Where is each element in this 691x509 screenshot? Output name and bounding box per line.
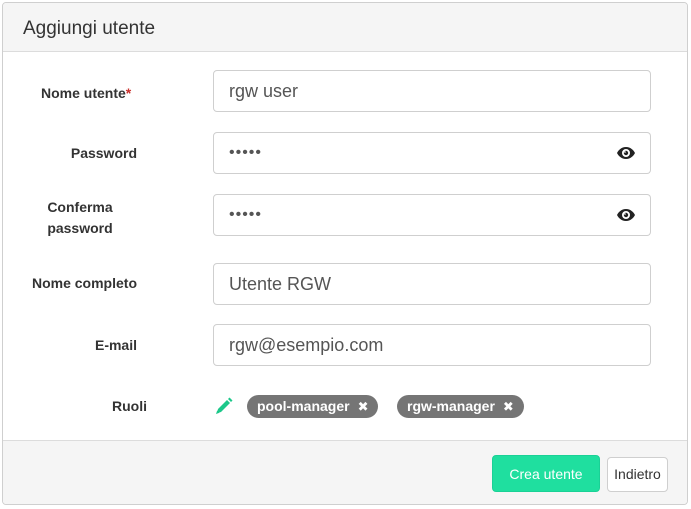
username-label: Nome utente* <box>41 83 141 104</box>
panel-header: Aggiungi utente <box>3 3 687 52</box>
panel-title: Aggiungi utente <box>23 18 156 39</box>
confirm-password-label-line2: password <box>47 220 113 236</box>
role-badge-label: pool-manager <box>257 398 350 414</box>
username-input[interactable] <box>213 70 651 112</box>
eye-icon <box>616 147 635 159</box>
add-user-panel: Aggiungi utente Nome utente* Password Co… <box>2 2 688 505</box>
show-confirm-password-button[interactable] <box>601 194 651 236</box>
create-user-button[interactable]: Crea utente <box>492 455 600 492</box>
roles-label: Ruoli <box>112 398 147 414</box>
email-label: E-mail <box>94 337 137 353</box>
role-badge-rgw-manager: rgw-manager ✖ <box>397 395 524 418</box>
full-name-input[interactable] <box>213 263 651 305</box>
back-button[interactable]: Indietro <box>607 457 668 492</box>
required-marker: * <box>125 85 132 101</box>
times-icon[interactable]: ✖ <box>358 395 369 418</box>
password-label: Password <box>70 145 137 161</box>
password-input[interactable] <box>213 132 602 174</box>
username-label-text: Nome utente <box>41 85 126 101</box>
full-name-label: Nome completo <box>31 275 137 291</box>
show-password-button[interactable] <box>601 132 651 174</box>
confirm-password-input[interactable] <box>213 194 602 236</box>
confirm-password-label-line1: Conferma <box>47 199 113 215</box>
pencil-icon <box>216 397 233 414</box>
role-badge-label: rgw-manager <box>407 398 495 414</box>
role-badge-pool-manager: pool-manager ✖ <box>247 395 379 418</box>
eye-icon <box>616 209 635 221</box>
edit-roles-button[interactable] <box>215 397 233 415</box>
confirm-password-label: Conferma password <box>23 197 137 239</box>
email-input[interactable] <box>213 324 651 366</box>
times-icon[interactable]: ✖ <box>503 395 514 418</box>
